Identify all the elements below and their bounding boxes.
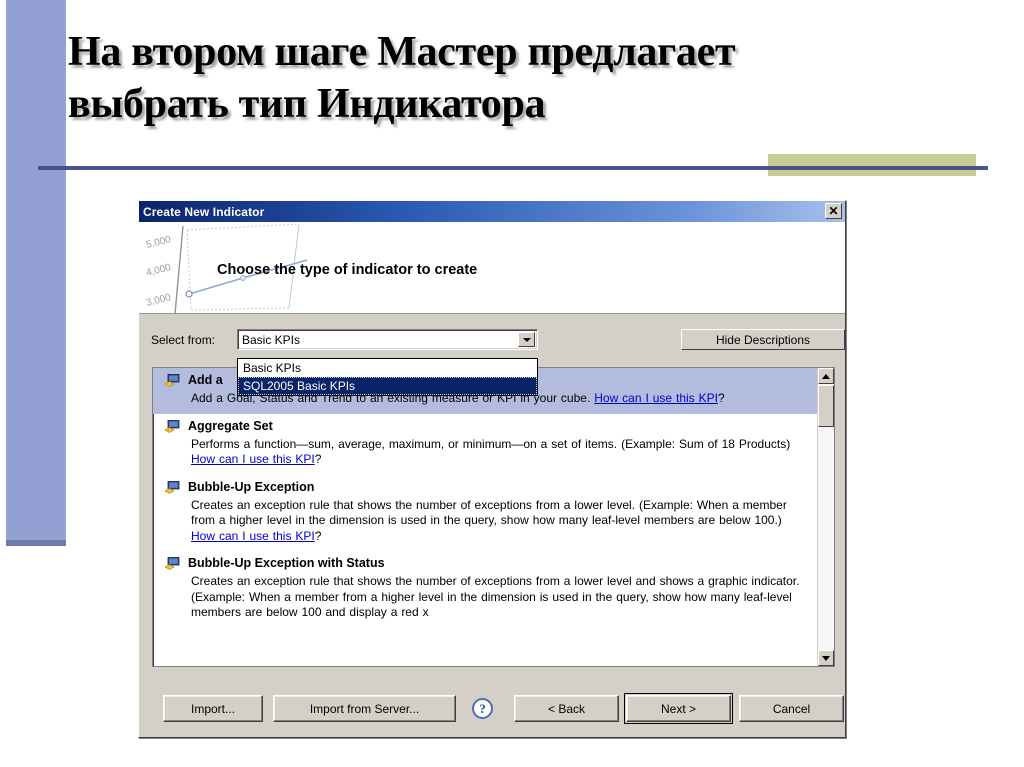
- list-item-description-suffix: ?: [314, 452, 322, 466]
- cancel-button-label: Cancel: [772, 701, 811, 716]
- page-title-line-1: На втором шаге Мастер предлагает: [68, 29, 736, 75]
- select-from-label: Select from:: [151, 333, 216, 347]
- back-button[interactable]: < Back: [514, 695, 619, 722]
- next-button[interactable]: Next >: [624, 693, 733, 724]
- import-from-server-button-label: Import from Server...: [309, 701, 420, 716]
- list-item-description: Creates an exception rule that shows the…: [161, 574, 809, 621]
- kpi-indicator-icon: [164, 419, 180, 433]
- back-button-label: < Back: [547, 701, 586, 716]
- list-item-header: Bubble-Up Exception: [161, 480, 809, 496]
- dialog-title-bar[interactable]: Create New Indicator ✕: [139, 201, 845, 222]
- import-button[interactable]: Import...: [163, 695, 263, 722]
- list-item-header: Aggregate Set: [161, 419, 809, 435]
- import-from-server-button[interactable]: Import from Server...: [273, 695, 456, 722]
- help-icon-label: ?: [479, 700, 486, 716]
- dialog-banner-strip: [139, 314, 845, 318]
- dialog-title: Create New Indicator: [143, 204, 265, 219]
- page-title-line-2: выбрать тип Индикатора: [68, 81, 546, 127]
- slide-olive-accent-bar: [768, 154, 976, 176]
- slide-left-accent-bar-shadow: [6, 540, 66, 546]
- list-item-description: Creates an exception rule that shows the…: [161, 498, 809, 545]
- list-item-title: Aggregate Set: [188, 418, 273, 433]
- list-item-description-text: Creates an exception rule that shows the…: [191, 497, 787, 528]
- presentation-slide: На втором шаге Мастер предлагает выбрать…: [0, 0, 1024, 767]
- list-vertical-scrollbar[interactable]: [817, 368, 834, 666]
- list-item-title: Bubble-Up Exception with Status: [188, 556, 385, 570]
- dialog-banner: 5,000 4,000 3,000 Choose the type of ind…: [139, 222, 845, 314]
- kpi-indicator-icon: [164, 374, 180, 387]
- dropdown-option-basic-kpis[interactable]: Basic KPIs: [238, 359, 537, 377]
- select-from-row: Select from: Basic KPIs Hide Description…: [151, 329, 845, 351]
- list-item-title: Add a: [188, 373, 223, 387]
- close-icon[interactable]: ✕: [825, 203, 842, 219]
- indicator-type-listbox[interactable]: Add a Add a Goal, Status and Trend to an…: [152, 367, 835, 667]
- select-from-dropdown-list[interactable]: Basic KPIs SQL2005 Basic KPIs: [237, 358, 538, 396]
- select-from-value: Basic KPIs: [242, 333, 301, 347]
- list-item[interactable]: Bubble-Up Exception with Status Creates …: [153, 551, 817, 628]
- page-title: На втором шаге Мастер предлагает выбрать…: [68, 26, 998, 130]
- list-item[interactable]: Aggregate Set Performs a function—sum, a…: [153, 414, 817, 475]
- dialog-button-bar: Import... Import from Server... ? < Back…: [139, 681, 845, 737]
- create-new-indicator-dialog: Create New Indicator ✕ 5,000 4,000 3,000…: [138, 200, 846, 738]
- help-icon[interactable]: ?: [472, 698, 493, 719]
- cancel-button[interactable]: Cancel: [739, 695, 844, 722]
- list-item-description-text: Creates an exception rule that shows the…: [191, 574, 800, 619]
- hide-descriptions-button[interactable]: Hide Descriptions: [681, 329, 845, 350]
- how-can-i-use-this-kpi-link[interactable]: How can I use this KPI: [594, 391, 718, 405]
- slide-left-accent-bar: [6, 0, 66, 545]
- how-can-i-use-this-kpi-link[interactable]: How can I use this KPI: [191, 452, 315, 466]
- select-from-combobox[interactable]: Basic KPIs: [237, 329, 538, 350]
- chevron-down-icon[interactable]: [518, 332, 535, 347]
- list-item-description: Performs a function—sum, average, maximu…: [161, 437, 809, 468]
- how-can-i-use-this-kpi-link[interactable]: How can I use this KPI: [191, 529, 315, 543]
- kpi-indicator-icon: [164, 557, 180, 570]
- list-item-header: Bubble-Up Exception with Status: [161, 556, 809, 572]
- kpi-indicator-icon: [164, 480, 180, 494]
- next-button-label: Next >: [660, 701, 696, 716]
- slide-title-rule: [38, 166, 988, 170]
- scroll-down-icon[interactable]: [818, 650, 834, 666]
- scroll-up-icon[interactable]: [818, 368, 834, 384]
- dropdown-option-sql2005-basic-kpis[interactable]: SQL2005 Basic KPIs: [238, 377, 537, 395]
- import-button-label: Import...: [190, 701, 235, 716]
- list-item-description-suffix: ?: [314, 528, 322, 543]
- list-item-title: Bubble-Up Exception: [188, 479, 315, 494]
- list-item-description-suffix: ?: [717, 391, 725, 405]
- list-item-description-text: Performs a function—sum, average, maximu…: [191, 436, 791, 451]
- indicator-type-list: Add a Add a Goal, Status and Trend to an…: [153, 368, 817, 666]
- scrollbar-thumb[interactable]: [818, 385, 834, 427]
- list-item[interactable]: Bubble-Up Exception Creates an exception…: [153, 475, 817, 552]
- dialog-heading: Choose the type of indicator to create: [217, 262, 478, 278]
